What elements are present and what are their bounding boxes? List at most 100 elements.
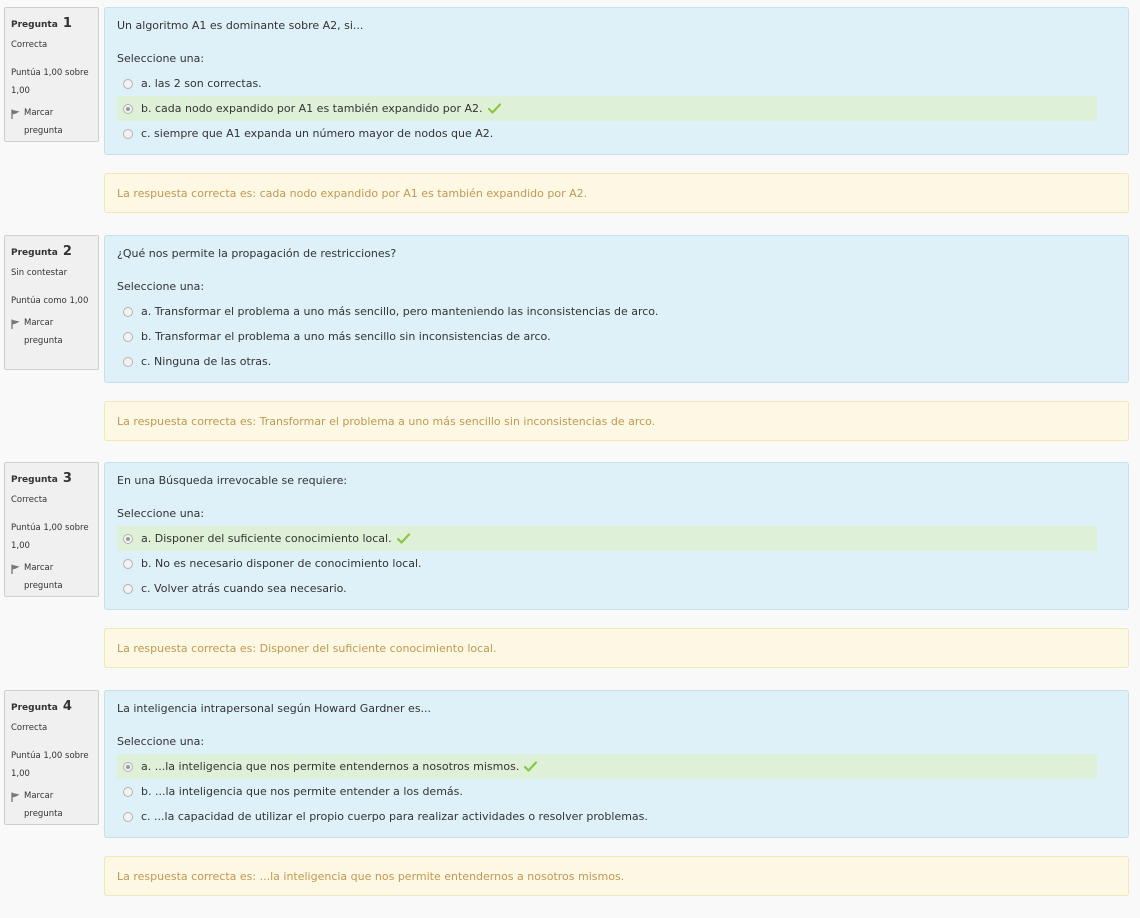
answer-radio[interactable] [123,103,133,114]
flag-label: Marcar pregunta [24,562,63,591]
flag-icon [11,108,20,126]
question-4: Pregunta 4 Correcta Puntúa 1,00 sobre 1,… [0,690,1140,918]
answer-radio[interactable] [123,306,133,317]
flag-icon [11,563,20,581]
question-title: Pregunta 1 [11,16,92,32]
question-grade: Puntúa 1,00 sobre 1,00 [11,750,89,779]
answer-radio[interactable] [123,78,133,89]
question-number: 2 [62,244,72,259]
answer-option-c[interactable]: c. ...la capacidad de utilizar el propio… [117,804,1097,829]
select-one-prompt: Seleccione una: [117,735,205,748]
answer-option-c[interactable]: c. siempre que A1 expanda un número mayo… [117,121,1097,146]
question-number: 1 [62,16,72,31]
answer-option-b[interactable]: b. Transformar el problema a uno más sen… [117,324,1097,349]
answer-text: Transformar el problema a uno más sencil… [154,330,551,343]
question-content: En una Búsqueda irrevocable se requiere:… [104,462,1129,610]
question-title: Pregunta 3 [11,471,92,487]
question-text: Un algoritmo A1 es dominante sobre A2, s… [117,19,364,32]
answer-list: a. Disponer del suficiente conocimiento … [117,526,1116,601]
answer-option-a[interactable]: a. Disponer del suficiente conocimiento … [117,526,1097,551]
answer-radio[interactable] [123,331,133,342]
answer-option-a[interactable]: a. ...la inteligencia que nos permite en… [117,754,1097,779]
select-one-prompt: Seleccione una: [117,52,205,65]
question-number: 4 [62,699,72,714]
question-state: Sin contestar [11,267,68,278]
question-number: 3 [62,471,72,486]
answer-list: a. Transformar el problema a uno más sen… [117,299,1116,374]
answer-radio[interactable] [123,558,133,569]
answer-radio[interactable] [123,356,133,367]
question-grade: Puntúa 1,00 sobre 1,00 [11,67,89,96]
flag-question-link[interactable]: Marcar pregunta [11,314,92,350]
answer-text: ...la capacidad de utilizar el propio cu… [154,810,648,823]
question-text: En una Búsqueda irrevocable se requiere: [117,474,348,487]
answer-option-c[interactable]: c. Ninguna de las otras. [117,349,1097,374]
question-prefix: Pregunta [11,20,58,30]
question-content: Un algoritmo A1 es dominante sobre A2, s… [104,7,1129,155]
answer-text: Ninguna de las otras. [154,355,272,368]
answer-text: No es necesario disponer de conocimiento… [154,557,422,570]
flag-question-link[interactable]: Marcar pregunta [11,104,92,140]
question-state: Correcta [11,39,48,50]
question-prefix: Pregunta [11,248,58,258]
answer-letter: b. [141,330,152,343]
flag-label: Marcar pregunta [24,317,63,346]
quiz-review-page: Pregunta 1 Correcta Puntúa 1,00 sobre 1,… [0,0,1140,900]
answer-option-c[interactable]: c. Volver atrás cuando sea necesario. [117,576,1097,601]
answer-radio[interactable] [123,786,133,797]
answer-letter: c. [141,127,151,140]
answer-option-b[interactable]: b. cada nodo expandido por A1 es también… [117,96,1097,121]
answer-letter: a. [141,77,152,90]
question-title: Pregunta 4 [11,699,92,715]
question-content: ¿Qué nos permite la propagación de restr… [104,235,1129,383]
correct-check-icon [396,533,410,544]
answer-list: a. las 2 son correctas. b. cada nodo exp… [117,71,1116,146]
answer-radio[interactable] [123,583,133,594]
correct-answer-feedback: La respuesta correcta es: ...la intelige… [104,856,1129,896]
question-info-panel: Pregunta 1 Correcta Puntúa 1,00 sobre 1,… [4,7,99,142]
flag-question-link[interactable]: Marcar pregunta [11,559,92,595]
answer-option-b[interactable]: b. ...la inteligencia que nos permite en… [117,779,1097,804]
answer-radio[interactable] [123,533,133,544]
question-info-panel: Pregunta 3 Correcta Puntúa 1,00 sobre 1,… [4,462,99,597]
answer-letter: c. [141,582,151,595]
select-one-prompt: Seleccione una: [117,507,205,520]
answer-radio[interactable] [123,811,133,822]
answer-letter: a. [141,305,152,318]
question-title: Pregunta 2 [11,244,92,260]
flag-label: Marcar pregunta [24,107,63,136]
flag-icon [11,791,20,809]
correct-answer-feedback: La respuesta correcta es: Disponer del s… [104,628,1129,668]
question-state: Correcta [11,494,48,505]
question-state: Correcta [11,722,48,733]
answer-letter: a. [141,760,152,773]
answer-letter: b. [141,557,152,570]
answer-text: Transformar el problema a uno más sencil… [154,305,659,318]
question-grade: Puntúa 1,00 sobre 1,00 [11,522,89,551]
question-1: Pregunta 1 Correcta Puntúa 1,00 sobre 1,… [0,7,1140,235]
answer-radio[interactable] [123,761,133,772]
correct-answer-feedback: La respuesta correcta es: cada nodo expa… [104,173,1129,213]
answer-option-b[interactable]: b. No es necesario disponer de conocimie… [117,551,1097,576]
answer-letter: c. [141,355,151,368]
answer-option-a[interactable]: a. Transformar el problema a uno más sen… [117,299,1097,324]
question-2: Pregunta 2 Sin contestar Puntúa como 1,0… [0,235,1140,463]
answer-list: a. ...la inteligencia que nos permite en… [117,754,1116,829]
answer-letter: c. [141,810,151,823]
answer-text: cada nodo expandido por A1 es también ex… [154,102,483,115]
question-prefix: Pregunta [11,703,58,713]
correct-check-icon [487,103,501,114]
answer-text: las 2 son correctas. [154,77,262,90]
question-text: La inteligencia intrapersonal según Howa… [117,702,432,715]
answer-text: siempre que A1 expanda un número mayor d… [154,127,494,140]
answer-text: ...la inteligencia que nos permite enten… [154,785,463,798]
flag-question-link[interactable]: Marcar pregunta [11,787,92,823]
answer-text: Disponer del suficiente conocimiento loc… [154,532,392,545]
answer-option-a[interactable]: a. las 2 son correctas. [117,71,1097,96]
select-one-prompt: Seleccione una: [117,280,205,293]
question-info-panel: Pregunta 2 Sin contestar Puntúa como 1,0… [4,235,99,370]
answer-radio[interactable] [123,128,133,139]
flag-icon [11,318,20,336]
answer-letter: a. [141,532,152,545]
question-3: Pregunta 3 Correcta Puntúa 1,00 sobre 1,… [0,462,1140,690]
